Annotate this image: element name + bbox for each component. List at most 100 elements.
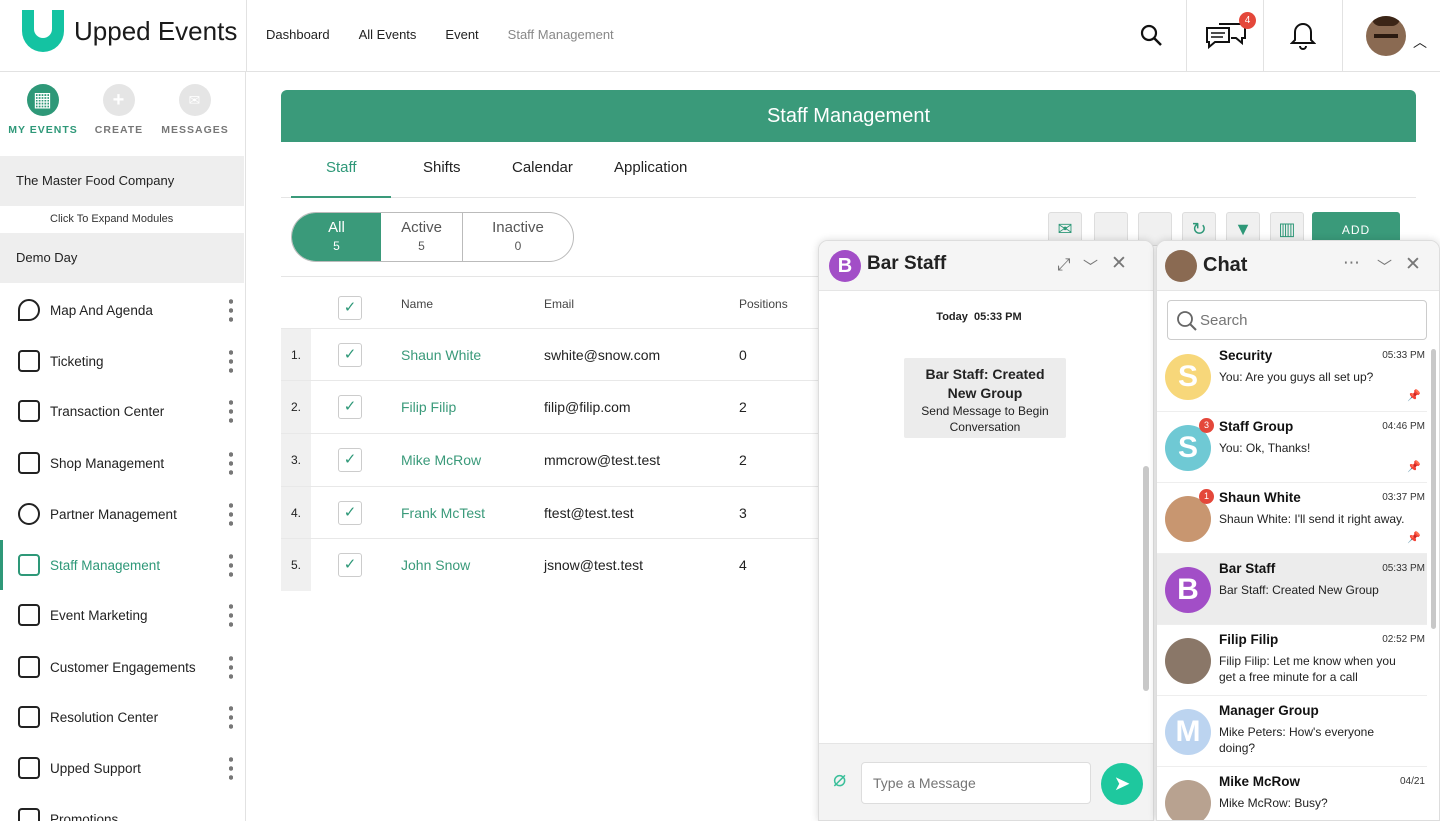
filter-all[interactable]: All 5 [292,213,381,261]
search-icon[interactable] [1139,23,1163,52]
table-row[interactable]: 2. ✓ Filip Filip filip@filip.com 2 [281,380,821,433]
staff-name-link[interactable]: Frank McTest [401,505,485,521]
more-icon[interactable] [229,552,233,578]
row-checkbox[interactable]: ✓ [338,553,362,577]
row-number: 3. [281,434,311,486]
chat-search-field[interactable] [1167,300,1427,340]
chat-search-input[interactable] [1200,307,1420,333]
chat-list-item[interactable]: M Manager Group Mike Peters: How's every… [1157,696,1427,767]
sidebar-item-ticketing[interactable]: Ticketing [0,336,245,386]
sidebar-item-partner-management[interactable]: Partner Management [0,489,245,539]
nav-staff-management[interactable]: Staff Management [508,27,614,42]
more-icon[interactable] [229,755,233,781]
more-icon[interactable]: ⋯ [1343,253,1360,273]
tab-staff[interactable]: Staff [326,159,357,176]
nav-event[interactable]: Event [445,27,478,42]
chat-list-item[interactable]: B Bar Staff 05:33 PM Bar Staff: Created … [1157,554,1427,625]
row-checkbox[interactable]: ✓ [338,395,362,419]
messages-button[interactable]: ✉ MESSAGES [160,84,230,136]
filter-inactive[interactable]: Inactive 0 [463,213,573,261]
company-selector[interactable]: The Master Food Company [0,156,244,206]
sidebar-item-staff-management[interactable]: Staff Management [0,540,245,590]
more-icon[interactable] [229,348,233,374]
chevron-down-icon[interactable]: ﹀ [1083,256,1098,277]
chat-name: Staff Group [1219,419,1294,434]
more-icon[interactable] [229,450,233,476]
staff-name-link[interactable]: Shaun White [401,347,481,363]
page-title: Staff Management [281,90,1416,142]
chat-list-item[interactable]: Mike McRow 04/21 Mike McRow: Busy? [1157,767,1427,820]
bell-icon[interactable] [1289,20,1317,55]
nav-dashboard[interactable]: Dashboard [266,27,330,42]
chat-list-item[interactable]: S Security 05:33 PM You: Are you guys al… [1157,341,1427,412]
sidebar-item-promotions[interactable]: Promotions [0,794,245,821]
chevron-down-icon[interactable]: ﹀ [1377,256,1392,277]
sidebar-item-transaction-center[interactable]: Transaction Center [0,386,245,436]
sidebar-item-map-and-agenda[interactable]: Map And Agenda [0,285,245,335]
close-icon[interactable]: ✕ [1405,253,1421,276]
nav-all-events[interactable]: All Events [359,27,417,42]
close-icon[interactable]: ✕ [1111,252,1127,275]
user-avatar[interactable] [1366,16,1406,56]
select-all-checkbox[interactable]: ✓ [338,296,362,320]
sidebar-item-upped-support[interactable]: Upped Support [0,743,245,793]
message-input[interactable] [861,762,1091,804]
table-row[interactable]: 1. ✓ Shaun White swhite@snow.com 0 [281,328,821,381]
pin-icon[interactable]: 📌 [1407,460,1421,473]
expand-modules-hint[interactable]: Click To Expand Modules [50,213,173,225]
event-selector[interactable]: Demo Day [0,233,244,283]
table-row[interactable]: 3. ✓ Mike McRow mmcrow@test.test 2 [281,433,821,486]
chat-list-item[interactable]: Filip Filip 02:52 PM Filip Filip: Let me… [1157,625,1427,696]
scrollbar[interactable] [1143,466,1149,691]
sidebar-item-resolution-center[interactable]: Resolution Center [0,692,245,742]
speech-bubble-icon [18,656,40,678]
sidebar-item-label: Partner Management [50,506,177,522]
filter-active[interactable]: Active 5 [381,213,463,261]
sidebar-item-customer-engagements[interactable]: Customer Engagements [0,642,245,692]
tab-calendar[interactable]: Calendar [512,159,573,176]
more-icon[interactable] [229,297,233,323]
inbox-icon: ✉ [179,84,211,116]
staff-badge-icon [18,554,40,576]
sidebar-item-event-marketing[interactable]: Event Marketing [0,590,245,640]
column-header-positions[interactable]: Positions [739,297,788,311]
chat-list-item[interactable]: 1 Shaun White 03:37 PM Shaun White: I'll… [1157,483,1427,554]
send-icon[interactable]: ➤ [1101,763,1143,805]
tab-application[interactable]: Application [614,159,687,176]
more-icon[interactable] [229,704,233,730]
more-icon[interactable] [229,398,233,424]
staff-name-link[interactable]: John Snow [401,557,470,573]
row-checkbox[interactable]: ✓ [338,448,362,472]
staff-name-link[interactable]: Filip Filip [401,399,456,415]
table-header: ✓ Name Email Positions [281,276,821,328]
app-logo[interactable]: Upped Events [22,10,237,52]
table-row[interactable]: 5. ✓ John Snow jsnow@test.test 4 [281,538,821,591]
more-icon[interactable] [229,501,233,527]
pin-icon[interactable]: 📌 [1407,531,1421,544]
more-icon[interactable] [229,654,233,680]
pin-icon[interactable]: 📌 [1407,389,1421,402]
system-message-subtitle: Send Message to Begin Conversation [921,404,1049,434]
expand-icon[interactable]: ⤢ [1057,255,1071,275]
column-header-email[interactable]: Email [544,297,574,311]
staff-positions: 2 [739,452,747,468]
scrollbar[interactable] [1431,349,1436,629]
create-button[interactable]: + CREATE [84,84,154,136]
row-checkbox[interactable]: ✓ [338,501,362,525]
attachment-icon[interactable]: ⌀ [833,766,846,792]
chat-list-item[interactable]: S 3 Staff Group 04:46 PM You: Ok, Thanks… [1157,412,1427,483]
row-checkbox[interactable]: ✓ [338,343,362,367]
staff-name-link[interactable]: Mike McRow [401,452,481,468]
chat-time: 04/21 [1399,776,1425,787]
chevron-up-icon[interactable]: ︿ [1413,32,1427,52]
my-events-button[interactable]: ▦ MY EVENTS [8,84,78,136]
staff-positions: 2 [739,399,747,415]
more-icon[interactable] [229,602,233,628]
group-chat-window: B Bar Staff ⤢ ﹀ ✕ Today 05:33 PM Bar Sta… [818,240,1154,821]
table-row[interactable]: 4. ✓ Frank McTest ftest@test.test 3 [281,486,821,539]
sidebar-item-shop-management[interactable]: Shop Management [0,438,245,488]
tab-shifts[interactable]: Shifts [423,159,461,176]
column-header-name[interactable]: Name [401,297,433,311]
create-label: CREATE [94,124,144,136]
notification-badge: 4 [1239,12,1256,29]
